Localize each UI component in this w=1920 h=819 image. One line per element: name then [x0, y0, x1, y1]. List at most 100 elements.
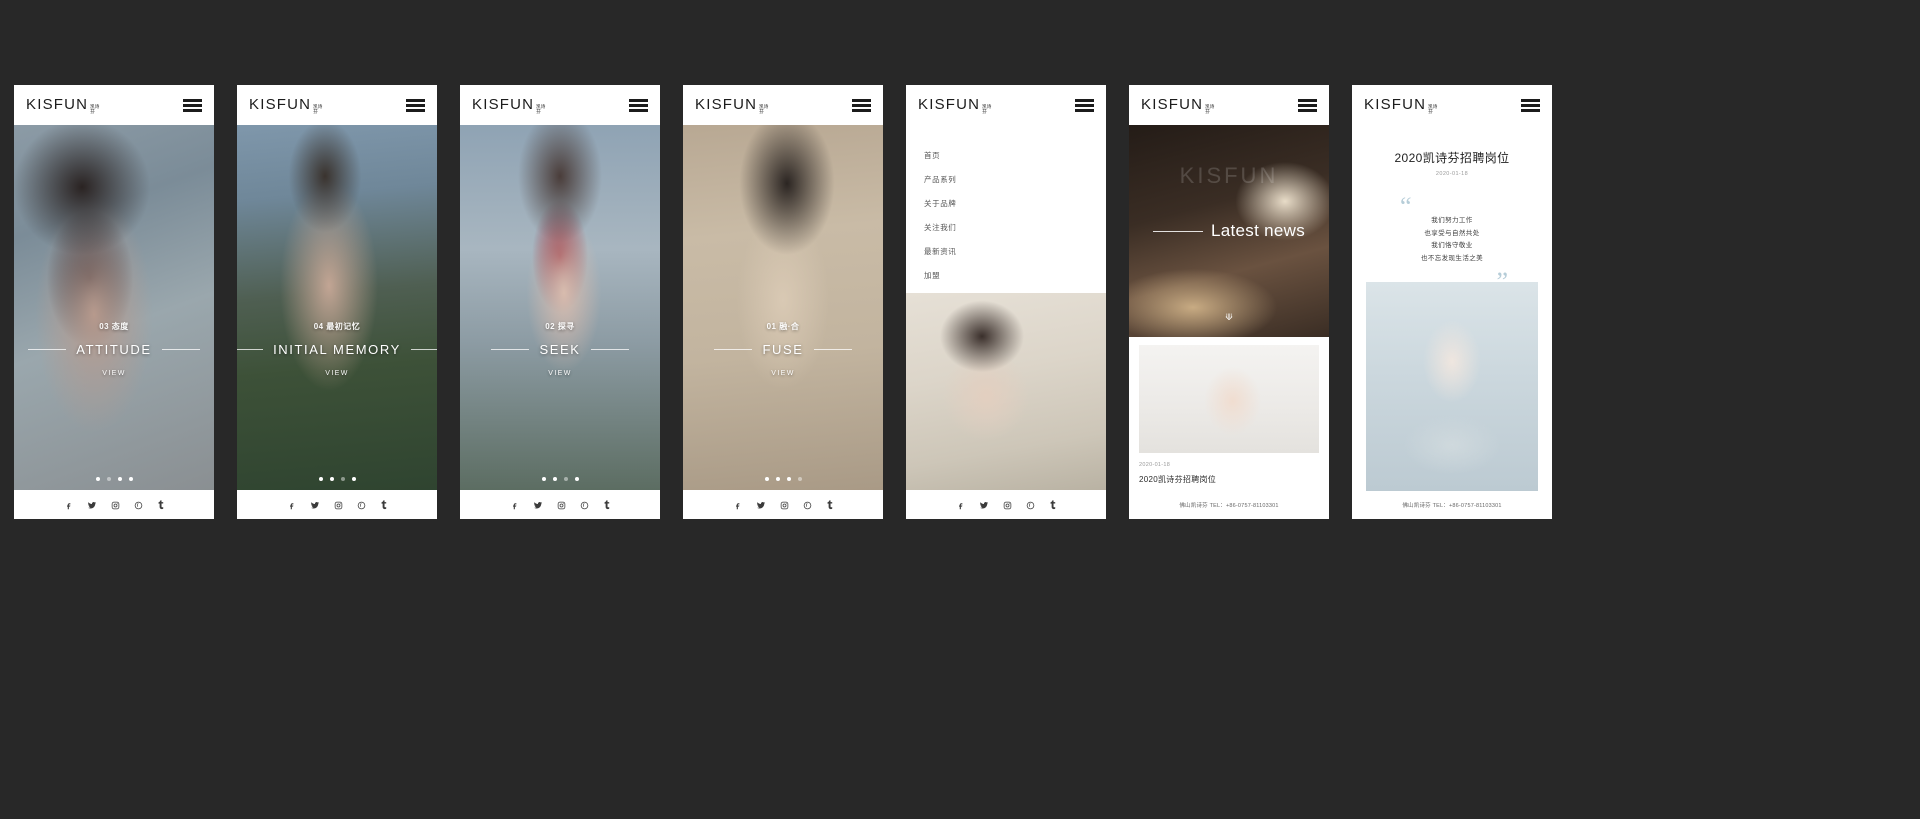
pagination-dot[interactable]: [318, 477, 323, 481]
brand-logo[interactable]: KISFUN 凯诗芬: [1364, 96, 1437, 115]
brand-logo-text: KISFUN: [249, 95, 312, 113]
brand-logo[interactable]: KISFUN 凯诗芬: [695, 96, 768, 115]
tumblr-icon[interactable]: [380, 500, 387, 510]
pinterest-icon[interactable]: [803, 501, 812, 510]
nav-item-join[interactable]: 加盟: [924, 263, 1106, 287]
nav-item-about-brand[interactable]: 关于品牌: [924, 191, 1106, 215]
brand-logo-subtext: 凯诗芬: [313, 103, 323, 114]
hamburger-menu-icon[interactable]: [183, 98, 202, 112]
facebook-icon[interactable]: [64, 501, 73, 510]
twitter-icon[interactable]: [310, 501, 320, 510]
nav-item-products[interactable]: 产品系列: [924, 167, 1106, 191]
instagram-icon[interactable]: [1003, 501, 1012, 510]
navigation-panel: 首页 产品系列 关于品牌 关注我们 最新资讯 加盟: [906, 125, 1106, 490]
pagination-dot[interactable]: [764, 477, 769, 481]
hamburger-menu-icon[interactable]: [629, 98, 648, 112]
caption-rule-left: [237, 349, 264, 350]
hero-slide[interactable]: 02 探寻 SEEK VIEW: [460, 125, 660, 490]
instagram-icon[interactable]: [780, 501, 789, 510]
pagination-dot[interactable]: [563, 477, 568, 481]
article-pullquote: “ 我们努力工作 也享受与自然共处 我们恪守敬业 也不忘发现生活之美 ”: [1366, 194, 1538, 295]
slide-view-link[interactable]: VIEW: [14, 370, 214, 377]
brand-logo[interactable]: KISFUN 凯诗芬: [1141, 96, 1214, 115]
hero-slide[interactable]: 04 最初记忆 INITIAL MEMORY VIEW: [237, 125, 437, 490]
nav-item-latest-news[interactable]: 最新资讯: [924, 239, 1106, 263]
tumblr-icon[interactable]: [157, 500, 164, 510]
slide-subtitle-cn: 03 态度: [99, 322, 129, 331]
facebook-icon[interactable]: [733, 501, 742, 510]
instagram-icon[interactable]: [111, 501, 120, 510]
navigation-list: 首页 产品系列 关于品牌 关注我们 最新资讯 加盟: [906, 125, 1106, 287]
pagination-dot[interactable]: [574, 477, 579, 481]
hamburger-menu-icon[interactable]: [1521, 98, 1540, 112]
chevron-down-icon[interactable]: ⟱: [1129, 312, 1329, 323]
caption-rule-right: [590, 349, 629, 350]
tumblr-icon[interactable]: [603, 500, 610, 510]
twitter-icon[interactable]: [533, 501, 543, 510]
hero-caption: 02 探寻 SEEK VIEW: [460, 321, 660, 377]
hamburger-menu-icon[interactable]: [852, 98, 871, 112]
news-thumbnail[interactable]: [1139, 345, 1319, 453]
pagination-dot[interactable]: [775, 477, 780, 481]
brand-logo[interactable]: KISFUN 凯诗芬: [472, 96, 545, 115]
mockup-card-slide-seek: KISFUN 凯诗芬 02 探寻 SEEK VIEW: [460, 85, 660, 519]
brand-logo[interactable]: KISFUN 凯诗芬: [249, 96, 322, 115]
tumblr-icon[interactable]: [826, 500, 833, 510]
screenshot-canvas: KISFUN 凯诗芬 03 态度 ATTITUDE VIEW KISFUN 凯诗…: [0, 0, 1920, 819]
pagination-dot[interactable]: [329, 477, 334, 481]
pagination-dot[interactable]: [786, 477, 791, 481]
caption-rule-left: [28, 349, 67, 350]
hero-slide[interactable]: 03 态度 ATTITUDE VIEW: [14, 125, 214, 490]
hero-caption: 01 融·合 FUSE VIEW: [683, 321, 883, 377]
pagination-dot[interactable]: [351, 477, 356, 481]
pagination-dot[interactable]: [797, 477, 802, 481]
twitter-icon[interactable]: [979, 501, 989, 510]
facebook-icon[interactable]: [956, 501, 965, 510]
social-footer: [460, 490, 660, 519]
brand-logo[interactable]: KISFUN 凯诗芬: [26, 96, 99, 115]
brand-logo[interactable]: KISFUN 凯诗芬: [918, 96, 991, 115]
pagination-dot[interactable]: [541, 477, 546, 481]
hamburger-menu-icon[interactable]: [406, 98, 425, 112]
hamburger-menu-icon[interactable]: [1075, 98, 1094, 112]
slide-view-link[interactable]: VIEW: [460, 370, 660, 377]
hero-slide[interactable]: 01 融·合 FUSE VIEW: [683, 125, 883, 490]
pagination-dot[interactable]: [340, 477, 345, 481]
pagination-dot[interactable]: [128, 477, 133, 481]
pagination-dot[interactable]: [117, 477, 122, 481]
quote-line: 我们努力工作: [1431, 217, 1473, 224]
pinterest-icon[interactable]: [134, 501, 143, 510]
nav-item-home[interactable]: 首页: [924, 143, 1106, 167]
slide-pagination[interactable]: [237, 477, 437, 481]
news-item-title[interactable]: 2020凯诗芬招聘岗位: [1139, 474, 1319, 485]
slide-pagination[interactable]: [460, 477, 660, 481]
hero-caption: 04 最初记忆 INITIAL MEMORY VIEW: [237, 321, 437, 377]
tumblr-icon[interactable]: [1049, 500, 1056, 510]
instagram-icon[interactable]: [334, 501, 343, 510]
hamburger-menu-icon[interactable]: [1298, 98, 1317, 112]
pagination-dot[interactable]: [552, 477, 557, 481]
slide-view-link[interactable]: VIEW: [683, 370, 883, 377]
quote-line: 我们恪守敬业: [1431, 242, 1473, 250]
caption-rule-right: [813, 349, 852, 350]
twitter-icon[interactable]: [756, 501, 766, 510]
slide-pagination[interactable]: [683, 477, 883, 481]
pagination-dot[interactable]: [95, 477, 100, 481]
pinterest-icon[interactable]: [357, 501, 366, 510]
instagram-icon[interactable]: [557, 501, 566, 510]
mockup-card-navigation-menu: KISFUN 凯诗芬 首页 产品系列 关于品牌 关注我们 最新资讯 加盟: [906, 85, 1106, 519]
twitter-icon[interactable]: [87, 501, 97, 510]
slide-pagination[interactable]: [14, 477, 214, 481]
caption-rule-left: [491, 349, 530, 350]
brand-logo-subtext: 凯诗芬: [536, 103, 546, 114]
slide-title-en: FUSE: [762, 342, 804, 357]
nav-item-follow-us[interactable]: 关注我们: [924, 215, 1106, 239]
mockup-card-news-detail: KISFUN 凯诗芬 2020凯诗芬招聘岗位 2020-01-18 “ 我们努力…: [1352, 85, 1552, 519]
pinterest-icon[interactable]: [1026, 501, 1035, 510]
facebook-icon[interactable]: [287, 501, 296, 510]
slide-view-link[interactable]: VIEW: [237, 370, 437, 377]
hero-image: [14, 125, 214, 490]
pagination-dot[interactable]: [106, 477, 111, 481]
facebook-icon[interactable]: [510, 501, 519, 510]
pinterest-icon[interactable]: [580, 501, 589, 510]
